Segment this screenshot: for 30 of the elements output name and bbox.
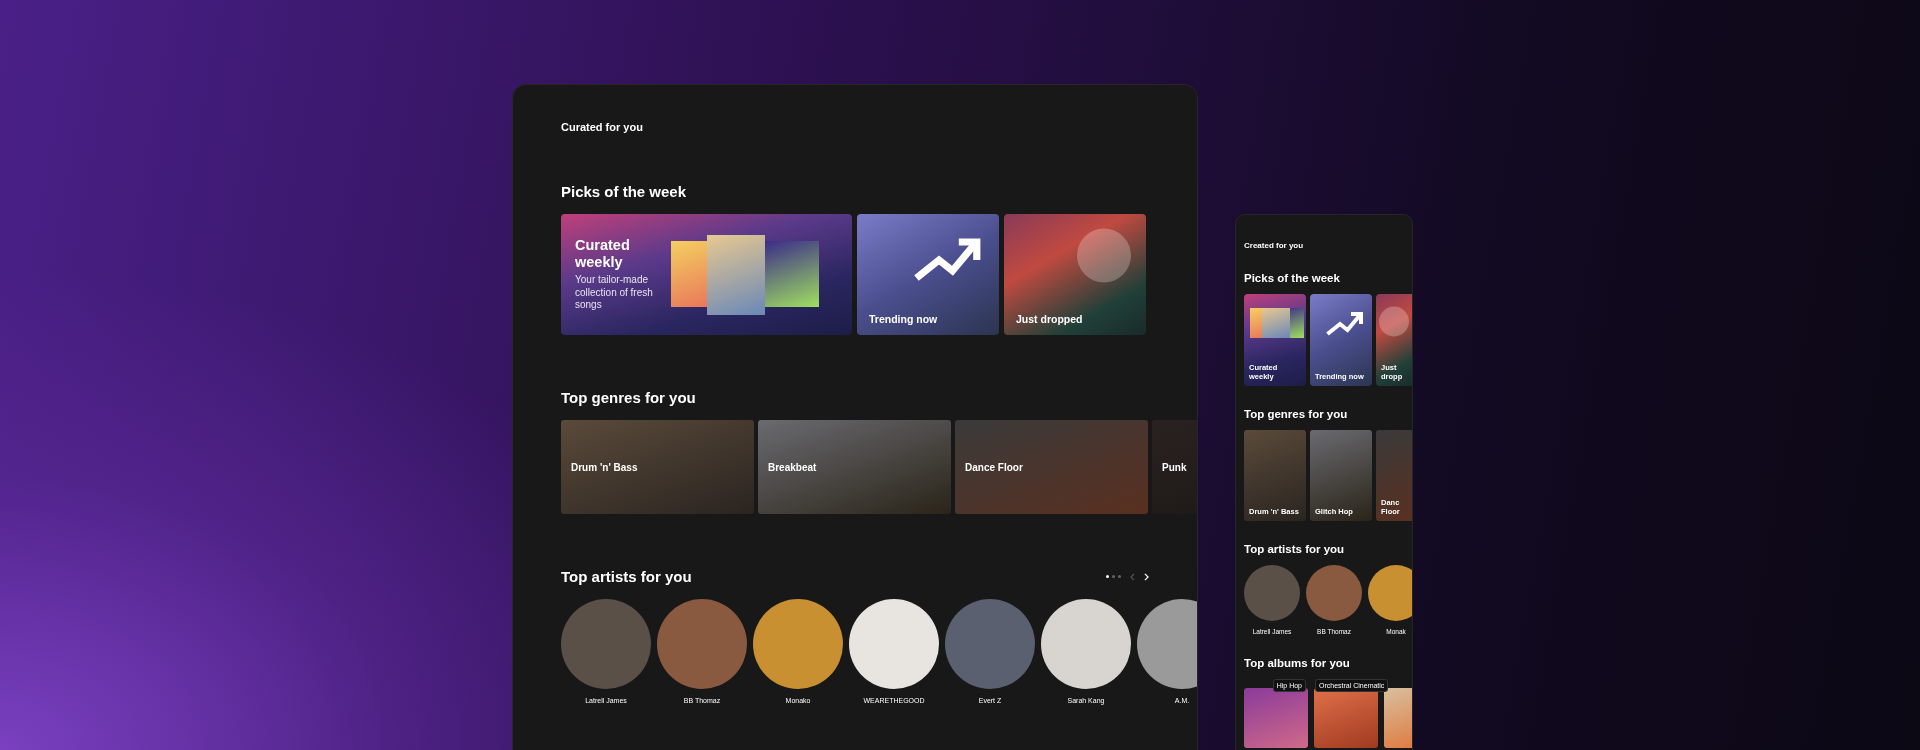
- section-heading: Top genres for you: [1244, 408, 1348, 420]
- playlist-card[interactable]: Curated weekly Your tailor-made collection of fresh songs: [561, 214, 852, 335]
- section-heading: Top artists for you: [1244, 543, 1345, 555]
- genre-card[interactable]: Dance Floor: [955, 420, 1148, 514]
- playlist-card[interactable]: Trending now: [857, 214, 999, 335]
- genre-card[interactable]: Breakbeat: [758, 420, 951, 514]
- chevron-right-icon[interactable]: [1144, 572, 1149, 581]
- section-heading: Top artists for you: [561, 568, 692, 585]
- section-label: Curated for you: [561, 121, 643, 133]
- album-cover: [1262, 308, 1290, 338]
- pager-dot[interactable]: [1112, 575, 1115, 578]
- section-heading: Picks of the week: [1244, 272, 1340, 284]
- album-cover: [763, 240, 819, 307]
- card-title: Curated weekly: [575, 237, 631, 271]
- artist-avatar[interactable]: [1368, 565, 1412, 621]
- section-heading: Picks of the week: [561, 183, 687, 200]
- section-label: Created for you: [1244, 241, 1304, 250]
- genre-card[interactable]: Punk: [1152, 420, 1197, 514]
- card-subtitle: Your tailor-made collection of fresh songs: [575, 274, 654, 312]
- genre-card[interactable]: Drum 'n' Bass: [561, 420, 754, 514]
- pager-dot[interactable]: [1106, 575, 1109, 578]
- pager-dot[interactable]: [1118, 575, 1121, 578]
- card-title: Trending now: [869, 313, 938, 325]
- section-heading: Top genres for you: [561, 389, 696, 406]
- section-heading: Top albums for you: [1244, 657, 1350, 669]
- chevron-left-icon[interactable]: [1130, 572, 1135, 581]
- album-cover[interactable]: [1244, 688, 1308, 748]
- playlist-card[interactable]: Just dropped: [1004, 214, 1146, 335]
- album-cover[interactable]: [1314, 688, 1378, 748]
- card-title: Just dropped: [1016, 313, 1083, 325]
